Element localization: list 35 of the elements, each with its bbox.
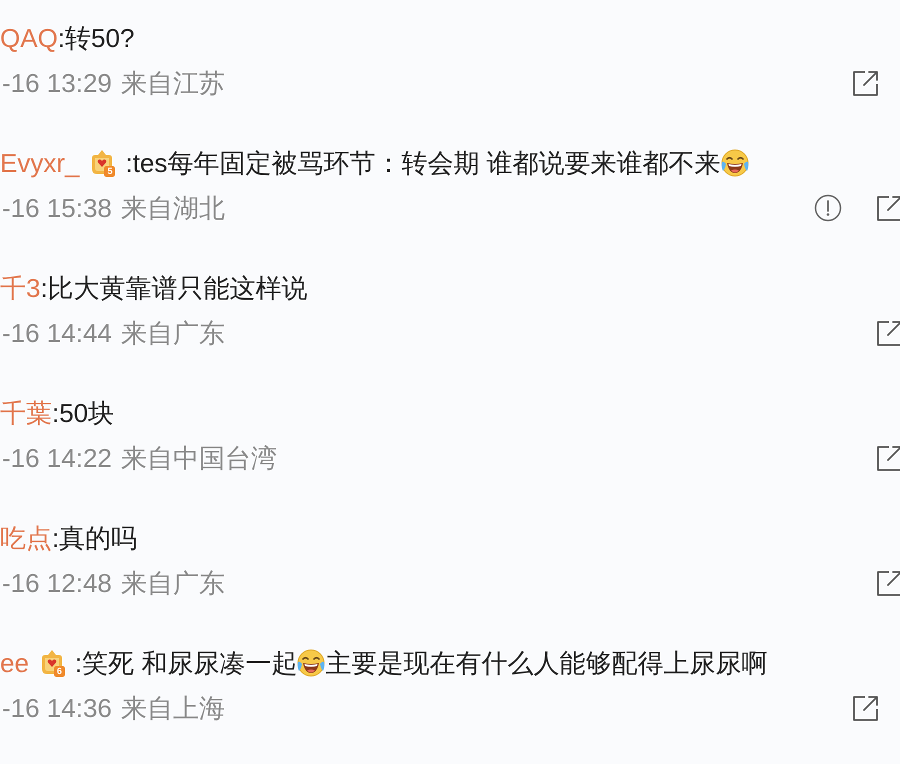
comment-text: 主要是现在有什么人能够配得上尿尿啊 bbox=[325, 647, 768, 680]
comment-location: 来自上海 bbox=[120, 692, 225, 725]
username[interactable]: Evyxr_ bbox=[0, 145, 80, 181]
comment-time: -16 14:36 bbox=[1, 692, 112, 725]
username[interactable]: QAQ bbox=[0, 20, 58, 56]
laughing-emoji-icon bbox=[297, 649, 326, 677]
comment-time: -16 13:29 bbox=[1, 67, 112, 100]
report-icon[interactable] bbox=[814, 194, 842, 222]
comment-location: 来自江苏 bbox=[120, 67, 225, 100]
comment-text: :tes每年固定被骂环节：转会期 谁都说要来谁都不来 bbox=[125, 147, 721, 180]
comment-text: :转50? bbox=[58, 22, 134, 55]
fan-level-badge: 5 bbox=[89, 149, 116, 177]
username[interactable]: 千3 bbox=[0, 270, 40, 306]
comment-location: 来自湖北 bbox=[120, 192, 225, 225]
comment-location: 来自广东 bbox=[120, 567, 225, 600]
share-icon[interactable] bbox=[852, 69, 880, 97]
share-icon[interactable] bbox=[852, 694, 880, 722]
laughing-emoji-icon bbox=[720, 149, 749, 177]
comment-text: :笑死 和尿尿凑一起 bbox=[74, 647, 298, 680]
comment-time: -16 14:22 bbox=[1, 442, 112, 475]
comment-text: :比大黄靠谱只能这样说 bbox=[40, 272, 308, 305]
username[interactable]: 千葉 bbox=[0, 395, 52, 431]
share-icon[interactable] bbox=[876, 194, 900, 222]
username[interactable]: 吃点 bbox=[0, 520, 52, 556]
comment-text: :真的吗 bbox=[52, 522, 138, 555]
share-icon[interactable] bbox=[876, 569, 900, 597]
comment-time: -16 12:48 bbox=[1, 567, 112, 600]
comment-time: -16 14:44 bbox=[1, 317, 112, 350]
share-icon[interactable] bbox=[876, 444, 900, 472]
comment-text: :50块 bbox=[52, 397, 114, 430]
comment-time: -16 15:38 bbox=[1, 192, 112, 225]
username[interactable]: ee bbox=[0, 645, 29, 681]
comment-location: 来自广东 bbox=[120, 317, 225, 350]
comment-location: 来自中国台湾 bbox=[120, 442, 277, 475]
share-icon[interactable] bbox=[876, 319, 900, 347]
